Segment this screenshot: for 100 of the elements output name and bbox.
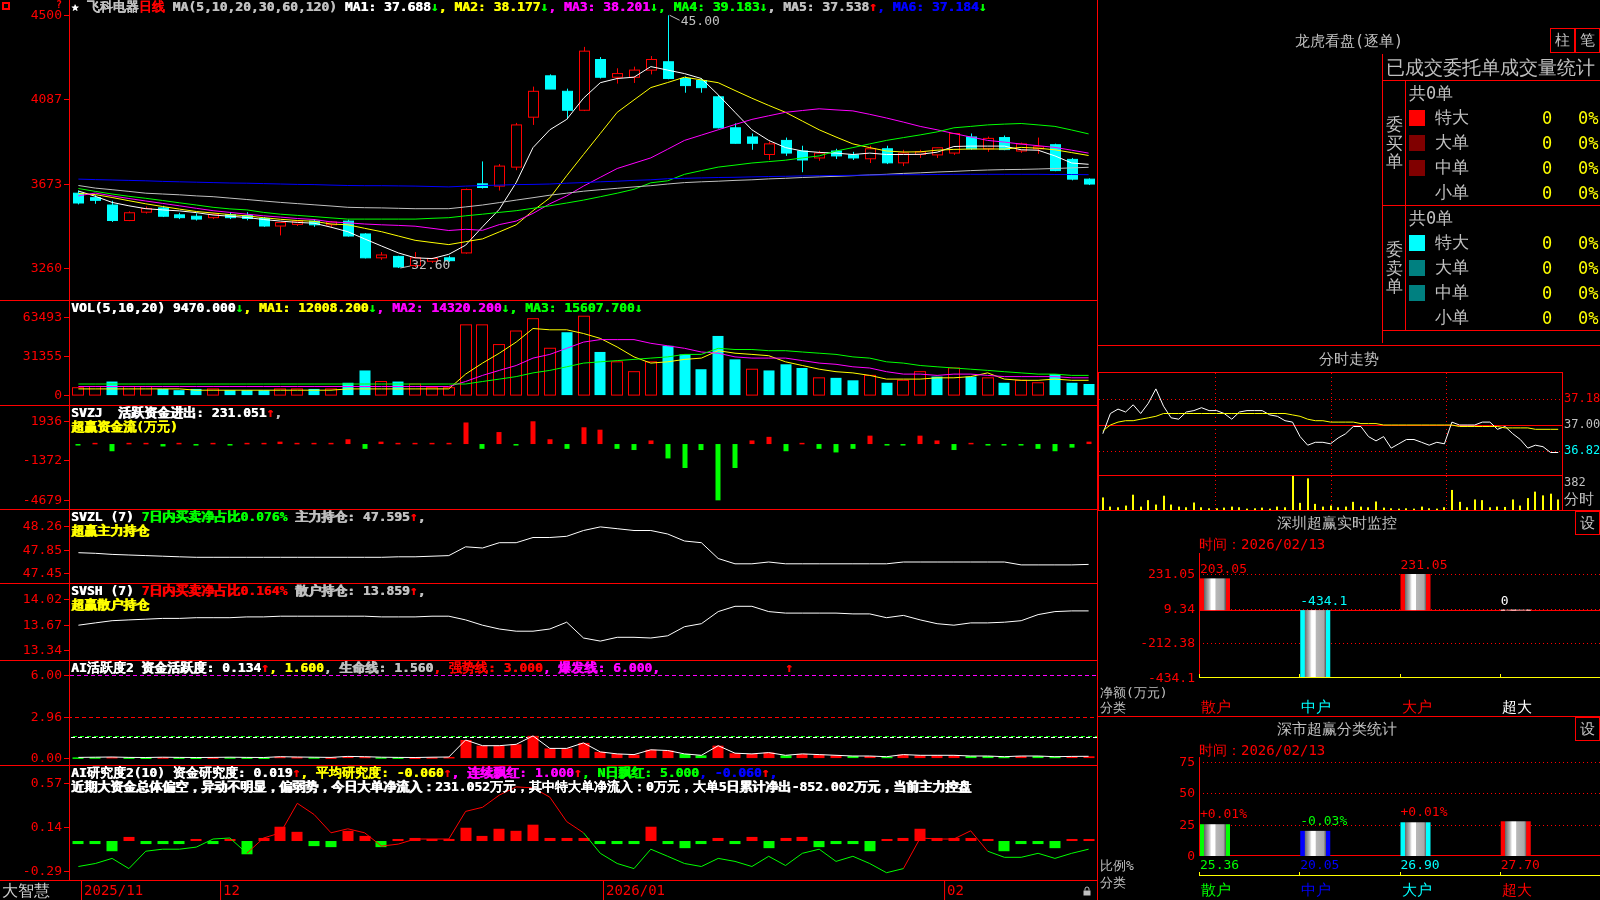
order-count: 0	[1542, 157, 1554, 178]
axis-label: 47.45	[22, 566, 62, 581]
value-label: 0	[1500, 594, 1509, 609]
order-count: 0	[1542, 132, 1554, 153]
axis-label: 13.67	[22, 618, 62, 633]
indicator-caption: 超赢主力持仓	[71, 524, 150, 538]
order-share: 0%	[1578, 282, 1600, 303]
axis-label: 25	[1179, 817, 1195, 832]
axis-label: 231.05	[1148, 567, 1195, 581]
order-share: 0%	[1578, 182, 1600, 203]
axis-label: 48.26	[22, 518, 62, 533]
axis-title: 比例%	[1100, 858, 1134, 873]
axis-label: 0	[54, 388, 62, 403]
section-title: 分时走势	[1319, 350, 1379, 368]
axis-label: 382	[1564, 475, 1586, 489]
category-label: 大户	[1401, 882, 1432, 898]
order-share: 0%	[1578, 232, 1600, 253]
indicator-legend: AI活跃度2 资金活跃度: 0.134↑, 1.600, 生命线: 1.560, 强势线: 3.000, 爆发线: 6.000, ↑	[71, 661, 793, 675]
app-name: 大智慧	[1, 881, 51, 900]
axis-label: 6.00	[30, 668, 62, 683]
axis-label: -212.38	[1140, 636, 1195, 651]
axis-label: 0.14	[30, 819, 62, 834]
indicator-caption: 超赢资金流(万元)	[71, 420, 178, 434]
axis-label: 75	[1179, 755, 1195, 769]
order-count: 0	[1542, 232, 1554, 253]
order-share: 0%	[1578, 107, 1600, 128]
row-label: 特大	[1434, 231, 1470, 254]
section-title: 深圳超赢实时监控	[1275, 513, 1398, 534]
axis-label: 2.96	[30, 710, 62, 725]
chart-subtitle: 时间：2026/02/13	[1199, 743, 1326, 757]
value-label: 20.05	[1300, 858, 1340, 872]
category-label: 散户	[1201, 699, 1231, 715]
value-label: 25.36	[1200, 858, 1240, 872]
axis-label: 9.34	[1163, 601, 1195, 616]
table-title: 已成交委托单成交量统计	[1383, 54, 1600, 81]
help-mark: ?	[56, 0, 63, 10]
order-count: 0	[1542, 182, 1554, 203]
axis-label: 0.00	[30, 751, 62, 765]
order-share: 0%	[1578, 132, 1600, 153]
axis-label: -4679	[22, 493, 62, 508]
axis-label: 3260	[30, 261, 62, 275]
axis-label: 3673	[30, 176, 62, 191]
price-label: 32.60	[411, 258, 451, 272]
indicator-legend: VOL(5,10,20) 9470.000↓, MA1: 12008.200↓, MA2: 14320.200↓, MA3: 15607.700↓	[71, 301, 643, 315]
axis-label: 1936	[30, 413, 62, 428]
category-label: 大户	[1401, 699, 1432, 715]
axis-title: 分类	[1100, 875, 1126, 890]
date-label: 12	[220, 881, 240, 900]
chart-subtitle: 时间：2026/02/13	[1199, 537, 1326, 551]
axis-label: 4087	[30, 92, 62, 107]
group-label: 委卖单	[1385, 239, 1403, 297]
panel-title: 龙虎看盘(逐单)	[1293, 31, 1405, 52]
order-total: 共0单	[1409, 83, 1454, 103]
indicator-caption: 超赢散户持仓	[71, 598, 149, 612]
date-label: 2025/11	[81, 881, 144, 900]
value-label: 231.05	[1400, 558, 1448, 572]
order-share: 0%	[1578, 157, 1600, 178]
axis-label: 47.85	[22, 542, 62, 557]
row-label: 中单	[1434, 156, 1470, 179]
order-share: 0%	[1578, 257, 1600, 278]
category-label: 超大	[1501, 699, 1532, 715]
axis-label: 0.57	[30, 775, 62, 790]
value-label: 27.70	[1500, 858, 1540, 872]
axis-label: -434.1	[1148, 671, 1195, 685]
indicator-legend: SVZL (7) 7日内买卖净占比0.076% 主力持仓: 47.595↑,	[71, 510, 426, 524]
axis-label: 13.34	[22, 643, 62, 658]
axis-label: 36.82	[1564, 443, 1600, 457]
row-label: 大单	[1434, 131, 1470, 154]
axis-label: 50	[1179, 786, 1195, 801]
price-label: 45.00	[680, 14, 720, 29]
order-count: 0	[1542, 282, 1554, 303]
indicator-legend: ★ 飞科电器日线 MA(5,10,20,30,60,120) MA1: 37.688↓, MA2: 38.177↓, MA3: 38.201↓, MA4: 39.183↓, MA5: 37.538↑, MA6: 37.184↓	[71, 0, 987, 14]
section-title: 深市超赢分类统计	[1275, 719, 1398, 740]
axis-label: 31355	[22, 349, 62, 364]
axis-label: 63493	[22, 309, 62, 324]
order-share: 0%	[1578, 307, 1600, 328]
indicator-legend: SVSH (7) 7日内买卖净占比0.164% 散户持仓: 13.859↑,	[71, 584, 426, 598]
row-label: 特大	[1434, 106, 1470, 129]
group-label: 委买单	[1385, 114, 1403, 172]
order-total: 共0单	[1409, 208, 1454, 228]
row-label: 小单	[1434, 306, 1470, 329]
axis-label: 4500	[30, 8, 62, 23]
category-label: 中户	[1301, 699, 1332, 715]
indicator-legend: AI研究度2(10) 资金研究度: 0.019↑, 平均研究度: -0.060↑, 连续飘红: 1.000↑, N日飘红: 5.000, -0.060↑,	[71, 766, 972, 780]
category-label: 中户	[1301, 882, 1332, 898]
axis-label: -1372	[22, 453, 62, 468]
change-label: +0.01%	[1200, 807, 1247, 822]
axis-title: 净额(万元)	[1100, 685, 1168, 700]
row-label: 大单	[1434, 256, 1470, 279]
axis-label: 14.02	[22, 591, 62, 606]
axis-label: -0.29	[22, 863, 62, 878]
date-label: 02	[943, 881, 964, 900]
row-label: 小单	[1434, 181, 1470, 204]
value-label: 26.90	[1400, 858, 1440, 872]
value-label: 203.05	[1200, 562, 1247, 577]
axis-label: 37.00	[1564, 417, 1600, 431]
category-label: 超大	[1501, 882, 1532, 898]
order-count: 0	[1542, 107, 1554, 128]
axis-label: 0	[1187, 849, 1195, 863]
axis-title: 分类	[1100, 700, 1126, 715]
